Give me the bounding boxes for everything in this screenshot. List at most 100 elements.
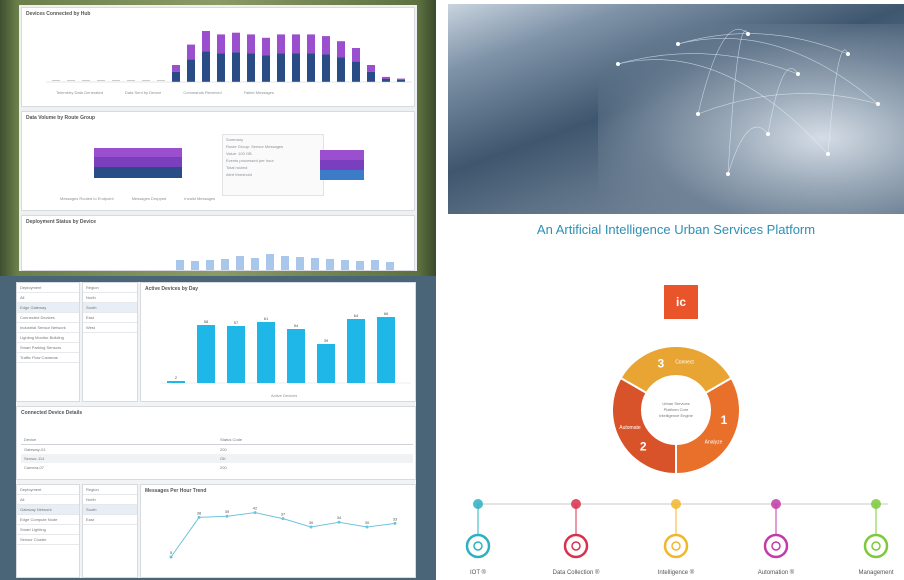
- filter-option[interactable]: North: [83, 495, 137, 505]
- active-devices-bar[interactable]: [257, 322, 275, 383]
- deployment-bar: [341, 260, 349, 270]
- bar-data-label: 57: [234, 320, 239, 325]
- cycle-number: 1: [721, 413, 728, 427]
- point-label: 33: [393, 516, 398, 521]
- active-devices-bar[interactable]: [377, 317, 395, 383]
- filter-option[interactable]: Edge Compute Node: [17, 515, 79, 525]
- table-row[interactable]: Gateway-01 200: [21, 445, 413, 454]
- logo-text: ic: [675, 295, 686, 309]
- bar-data-label: 64: [354, 313, 359, 318]
- filter-option[interactable]: South: [83, 303, 137, 313]
- point-label: 39: [225, 509, 230, 514]
- filter-option[interactable]: West: [83, 323, 137, 333]
- chart-legend: Active Devices: [271, 393, 298, 398]
- filter-option[interactable]: Gateway Network: [17, 505, 79, 515]
- legend-item: Telemetry Data Generated: [56, 90, 103, 95]
- filter-option[interactable]: East: [83, 515, 137, 525]
- timeline-label: IOT ®: [470, 569, 487, 576]
- active-devices-card: Active Devices by Day 2 58 57 61 54 39 64 66 Ac…: [140, 282, 416, 402]
- filter-option[interactable]: Sensor Cluster: [17, 535, 79, 545]
- bar-data-label: 66: [384, 311, 389, 316]
- timeline-label: Management: [858, 570, 893, 576]
- timeline-icon[interactable]: [465, 533, 491, 559]
- active-devices-bar[interactable]: [347, 319, 365, 383]
- page-title: An Artificial Intelligence Urban Service…: [536, 222, 816, 237]
- filter-header: Deployment: [17, 283, 79, 293]
- details-table: Device Status Code Gateway-01 200 Sensor-1…: [21, 435, 413, 472]
- trend-point[interactable]: [393, 521, 397, 525]
- network-node: [696, 112, 700, 116]
- filter-option[interactable]: Smart Lighting: [17, 525, 79, 535]
- filter-option[interactable]: Edge Gateway: [17, 303, 79, 313]
- active-devices-bar[interactable]: [167, 381, 185, 383]
- messages-line-chart: 538 39423730343033: [169, 506, 398, 559]
- filter-option[interactable]: North: [83, 293, 137, 303]
- bar-data-label: 54: [294, 323, 299, 328]
- table-row[interactable]: Camera-07 200: [21, 463, 413, 472]
- point-label: 30: [365, 520, 370, 525]
- trend-point[interactable]: [309, 525, 313, 529]
- filter-option[interactable]: Traffic Flow Cameras: [17, 353, 79, 363]
- timeline-icon-inner: [771, 541, 781, 551]
- deployment-bar: [296, 257, 304, 270]
- trend-point[interactable]: [281, 517, 285, 521]
- trend-point[interactable]: [169, 555, 173, 559]
- deployment-bar: [326, 259, 334, 270]
- filter-option[interactable]: South: [83, 505, 137, 515]
- filter-option[interactable]: Connected Devices: [17, 313, 79, 323]
- route-bar-left: [94, 148, 182, 178]
- deployment-bar: [206, 260, 214, 270]
- filter-option[interactable]: All: [17, 495, 79, 505]
- info-line: Events processed per hour: [226, 158, 274, 163]
- left-bottom-screen: Deployment All Edge Gateway Connected Devic…: [16, 282, 416, 578]
- network-node: [766, 132, 770, 136]
- trend-point[interactable]: [197, 515, 201, 519]
- timeline-label: Data Collection ®: [553, 569, 600, 576]
- filter-option[interactable]: East: [83, 313, 137, 323]
- hub-bar-segment: [352, 48, 360, 62]
- timeline-icon[interactable]: [763, 533, 789, 559]
- filter-option[interactable]: Industrial Sensor Network: [17, 323, 79, 333]
- filter-panel-3: Deployment All Gateway Network Edge Compute…: [16, 484, 80, 578]
- trend-point[interactable]: [365, 525, 369, 529]
- active-devices-bar[interactable]: [227, 326, 245, 383]
- table-cell: Gateway-01: [24, 447, 46, 452]
- hub-bar-segment: [322, 36, 330, 55]
- cycle-label: Connect: [675, 360, 694, 366]
- filter-option[interactable]: All: [17, 293, 79, 303]
- hub-bar: [82, 80, 90, 81]
- trend-point[interactable]: [253, 511, 257, 515]
- legend-item: Commands Received: [183, 90, 222, 95]
- hub-bar-segment: [307, 53, 315, 82]
- trend-point[interactable]: [337, 520, 341, 524]
- point-label: 30: [309, 520, 314, 525]
- timeline-icon[interactable]: [563, 533, 589, 559]
- device-details-card: Connected Device Details Device Status C…: [16, 406, 416, 480]
- info-line: Alert threshold: [226, 172, 252, 177]
- table-cell: 200: [220, 465, 227, 470]
- route-legend: Messages Routed to Endpoint Messages Dro…: [60, 196, 215, 201]
- city-aerial-photo: [448, 4, 904, 214]
- hub-chart-card: Devices Connected by Hub Telemetry Data …: [21, 7, 415, 107]
- hub-bar-segment: [202, 31, 210, 52]
- hub-bar-segment: [202, 51, 210, 82]
- hub-bar-segment: [247, 53, 255, 82]
- active-devices-bar[interactable]: [287, 329, 305, 383]
- hub-bar-segment: [367, 65, 375, 72]
- active-devices-bar[interactable]: [317, 344, 335, 383]
- filter-option[interactable]: Smart Parking Sensors: [17, 343, 79, 353]
- active-devices-bar[interactable]: [197, 325, 215, 383]
- legend-item: Data Sent by Device: [124, 90, 162, 95]
- cycle-number: 2: [640, 439, 647, 453]
- timeline-icon[interactable]: [663, 533, 689, 559]
- hub-bar-segment: [232, 52, 240, 82]
- hub-bar: [142, 80, 150, 81]
- info-line: Total routed:: [226, 165, 249, 170]
- timeline-icon[interactable]: [863, 533, 889, 559]
- table-row[interactable]: Sensor-114 OK: [21, 454, 413, 463]
- trend-point[interactable]: [225, 514, 229, 518]
- active-devices-bar-chart: 2 58 57 61 54 39 64 66: [161, 311, 411, 384]
- filter-option[interactable]: Lighting Monitor Building: [17, 333, 79, 343]
- hub-bar-segment: [307, 34, 315, 54]
- cycle-label: Analyze: [705, 439, 723, 445]
